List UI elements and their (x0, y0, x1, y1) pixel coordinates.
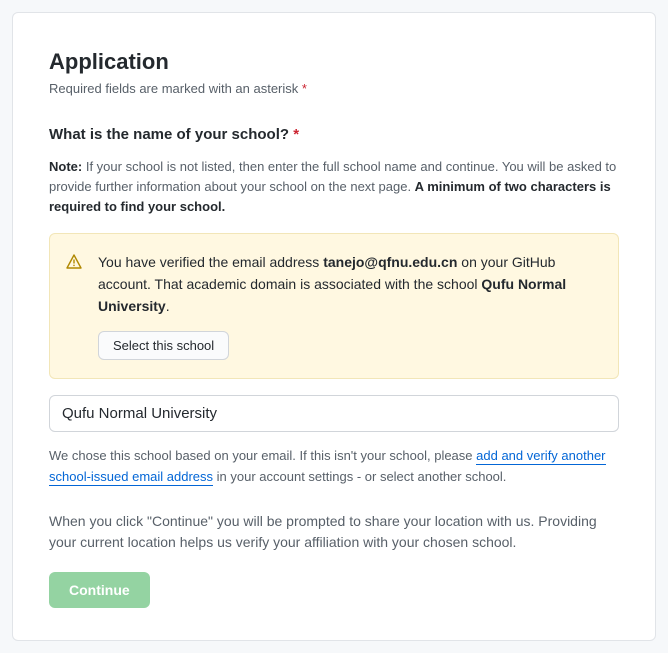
required-asterisk: * (302, 81, 307, 96)
continue-explainer: When you click "Continue" you will be pr… (49, 511, 619, 554)
select-this-school-button[interactable]: Select this school (98, 331, 229, 360)
school-question-label: What is the name of your school? * (49, 126, 619, 143)
application-card: Application Required fields are marked w… (12, 12, 656, 641)
warning-icon (66, 254, 82, 360)
note-block: Note: If your school is not listed, then… (49, 157, 619, 217)
page-title: Application (49, 49, 619, 75)
continue-button[interactable]: Continue (49, 572, 150, 608)
school-question-asterisk: * (293, 126, 299, 143)
alert-pre-email: You have verified the email address (98, 254, 323, 270)
verified-email-alert: You have verified the email address tane… (49, 233, 619, 379)
alert-email: tanejo@qfnu.edu.cn (323, 254, 457, 270)
help-post: in your account settings - or select ano… (213, 469, 506, 484)
note-prefix: Note: (49, 159, 82, 174)
required-note-text: Required fields are marked with an aster… (49, 81, 298, 96)
school-question-text: What is the name of your school? (49, 126, 289, 143)
school-help-text: We chose this school based on your email… (49, 446, 619, 486)
alert-period: . (166, 298, 170, 314)
alert-body: You have verified the email address tane… (98, 252, 600, 360)
help-pre: We chose this school based on your email… (49, 448, 476, 463)
required-note: Required fields are marked with an aster… (49, 81, 619, 96)
school-name-input[interactable] (49, 395, 619, 432)
